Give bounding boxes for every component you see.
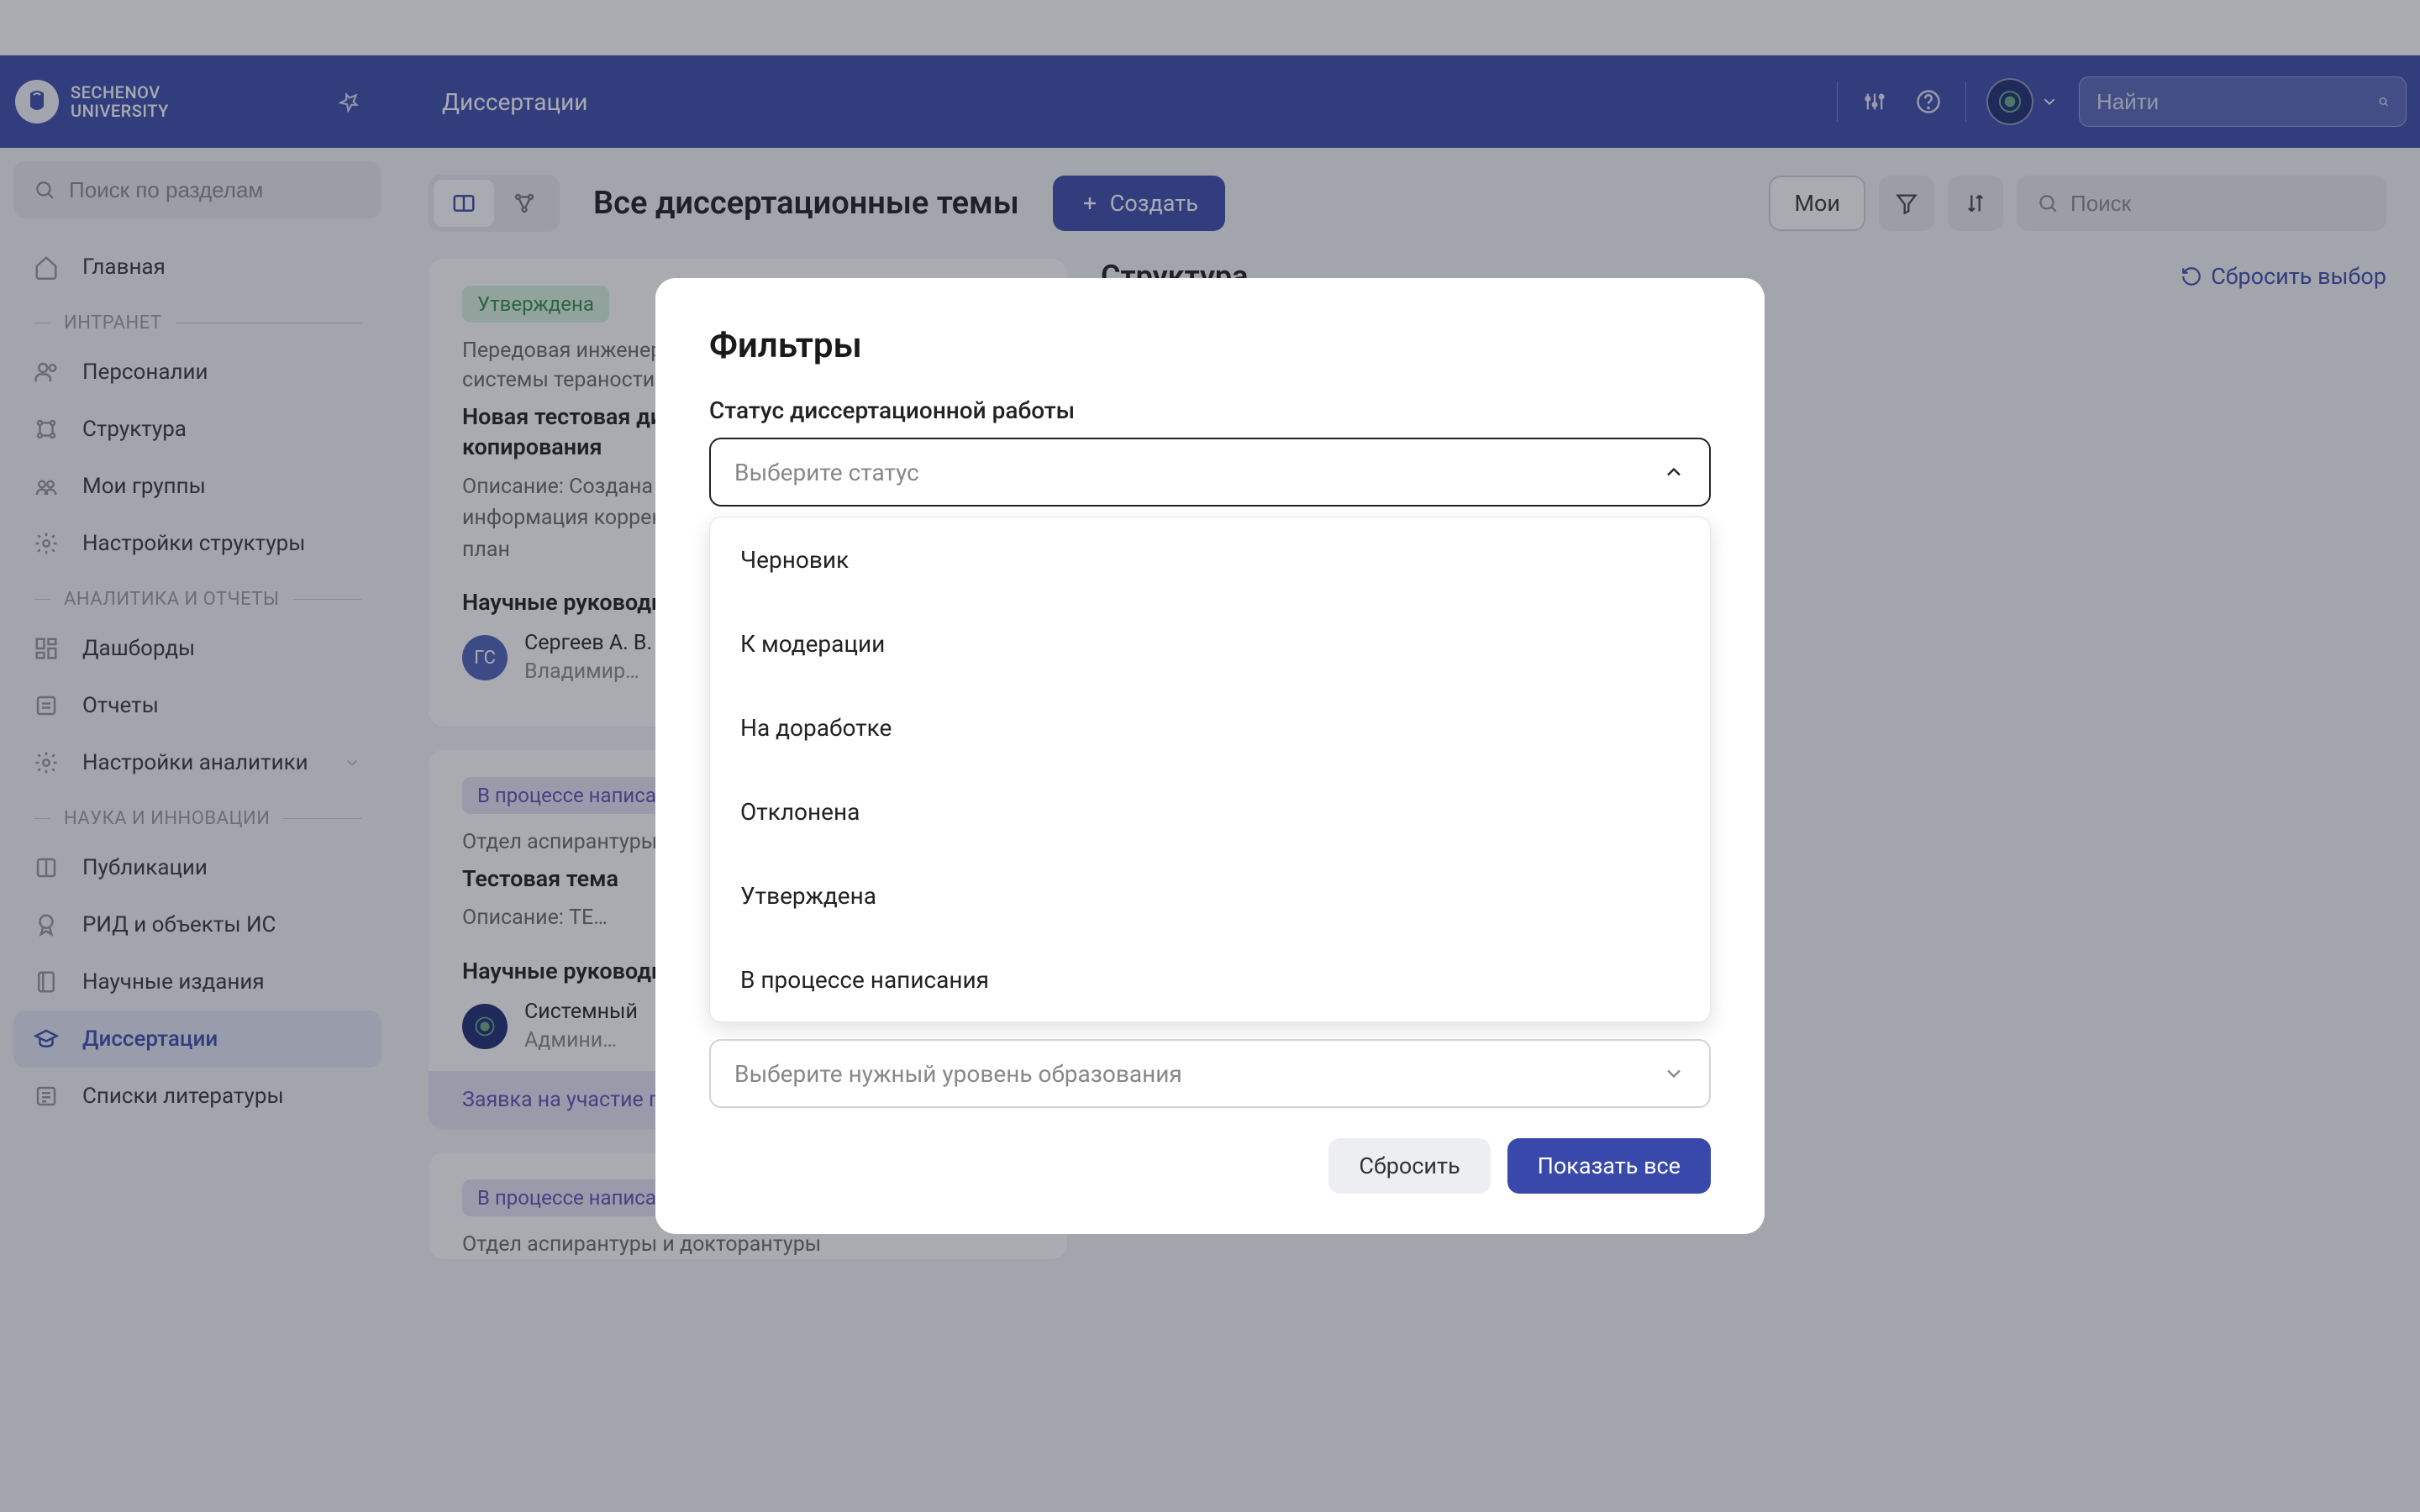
chevron-up-icon (1662, 460, 1686, 484)
apply-button[interactable]: Показать все (1507, 1138, 1711, 1194)
status-field-label: Статус диссертационной работы (709, 396, 1711, 424)
status-dropdown: Черновик К модерации На доработке Отклон… (709, 517, 1711, 1022)
modal-overlay[interactable]: Фильтры Статус диссертационной работы Вы… (0, 0, 2420, 1512)
reset-button[interactable]: Сбросить (1328, 1138, 1490, 1194)
status-option[interactable]: На доработке (710, 685, 1710, 769)
status-option[interactable]: Отклонена (710, 769, 1710, 853)
status-option[interactable]: Утверждена (710, 853, 1710, 937)
status-placeholder: Выберите статус (734, 459, 919, 486)
modal-title: Фильтры (709, 325, 1711, 366)
status-select[interactable]: Выберите статус (709, 438, 1711, 507)
status-option[interactable]: К модерации (710, 601, 1710, 685)
education-select[interactable]: Выберите нужный уровень образования (709, 1039, 1711, 1108)
modal-footer: Сбросить Показать все (709, 1138, 1711, 1194)
status-option[interactable]: Черновик (710, 517, 1710, 601)
filters-modal: Фильтры Статус диссертационной работы Вы… (655, 278, 1765, 1234)
status-option[interactable]: В процессе написания (710, 937, 1710, 1021)
education-placeholder: Выберите нужный уровень образования (734, 1060, 1182, 1088)
chevron-down-icon (1662, 1062, 1686, 1085)
